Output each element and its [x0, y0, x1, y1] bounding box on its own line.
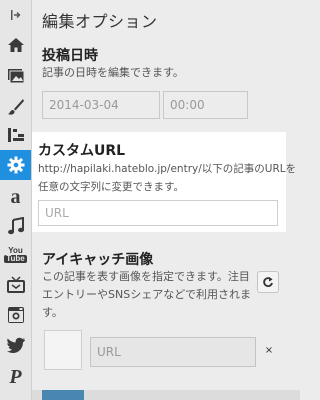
eyecatch-heading: アイキャッチ画像 — [42, 252, 154, 268]
pinterest-letter: P — [9, 366, 22, 388]
home-icon[interactable] — [0, 30, 31, 60]
amazon-letter: a — [10, 186, 21, 208]
image-strip-thumbnail[interactable] — [42, 390, 84, 400]
picture-icon[interactable] — [0, 61, 31, 91]
brush-icon[interactable] — [0, 92, 31, 122]
music-icon[interactable] — [0, 211, 31, 241]
post-date-description: 記事の日時を編集できます。 — [42, 66, 184, 79]
close-icon[interactable]: × — [263, 344, 275, 356]
eyecatch-thumbnail[interactable] — [44, 330, 82, 370]
edit-options-panel: 編集オプション 投稿日時 記事の日時を編集できます。 2014-03-04 00… — [32, 0, 300, 400]
collapse-sidebar-icon[interactable] — [0, 2, 31, 28]
post-date-heading: 投稿日時 — [42, 48, 98, 64]
eyecatch-description: この記事を表す画像を指定できます。注目 エントリーやSNSシェアなどで利用されま… — [42, 268, 254, 322]
eyecatch-description-line3: す。 — [42, 306, 63, 319]
eyecatch-url-placeholder: URL — [97, 345, 121, 359]
eyecatch-url-input[interactable]: URL — [90, 337, 256, 367]
refresh-button[interactable] — [257, 271, 279, 293]
custom-url-heading: カスタムURL — [38, 143, 126, 159]
amazon-icon[interactable]: a — [0, 182, 31, 212]
time-placeholder: 00:00 — [170, 98, 205, 112]
refresh-icon — [263, 277, 273, 287]
custom-url-description-line1: http://hapilaki.hateblo.jp/entry/以下の記事のU… — [38, 163, 297, 175]
twitter-icon[interactable] — [0, 330, 31, 360]
tv-icon[interactable] — [0, 270, 31, 300]
sidebar-rail: a You Tube P — [0, 0, 32, 400]
date-input[interactable]: 2014-03-04 — [42, 91, 160, 119]
eyecatch-description-line1: この記事を表す画像を指定できます。注目 — [42, 270, 250, 283]
pinterest-icon[interactable]: P — [0, 362, 31, 392]
instagram-icon[interactable] — [0, 300, 31, 330]
date-value: 2014-03-04 — [49, 98, 119, 112]
page-title: 編集オプション — [42, 12, 158, 31]
gear-icon[interactable] — [0, 150, 31, 180]
custom-url-section: カスタムURL http://hapilaki.hateblo.jp/entry… — [32, 132, 296, 232]
custom-url-description: http://hapilaki.hateblo.jp/entry/以下の記事のU… — [38, 160, 296, 196]
custom-url-description-line2: 任意の文字列に変更できます。 — [38, 181, 184, 193]
time-input[interactable]: 00:00 — [163, 91, 248, 119]
layout-icon[interactable] — [0, 120, 31, 150]
youtube-tube-text: Tube — [4, 254, 27, 263]
eyecatch-description-line2: エントリーやSNSシェアなどで利用されま — [42, 288, 251, 301]
custom-url-input[interactable] — [38, 200, 278, 226]
youtube-icon[interactable]: You Tube — [0, 240, 31, 270]
